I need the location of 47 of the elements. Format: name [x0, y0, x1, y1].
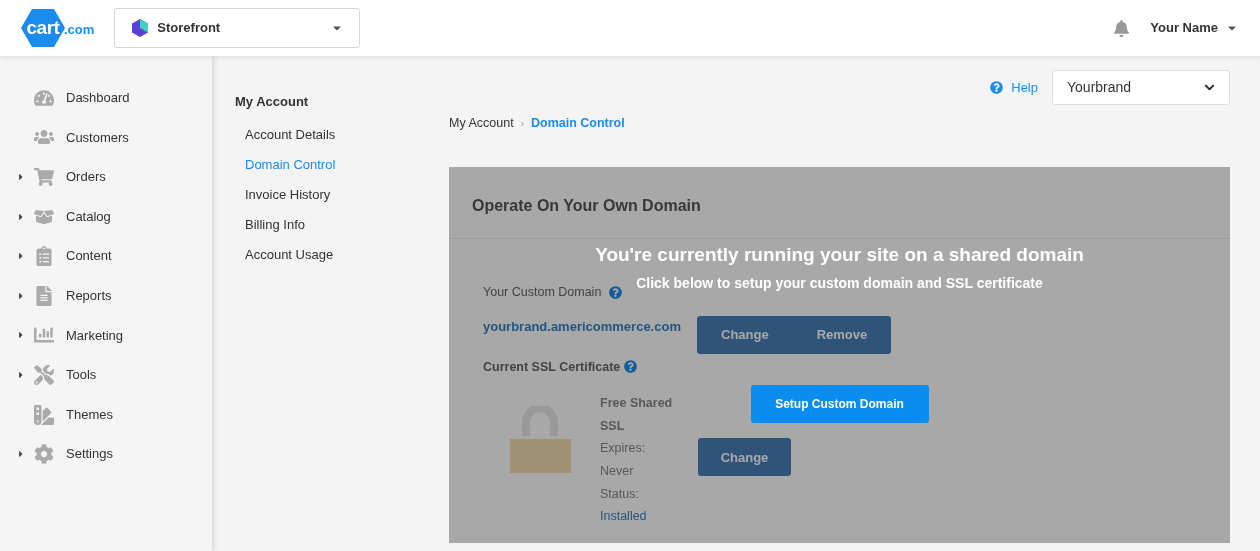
ssl-status: Installed	[600, 508, 648, 526]
sidebar-item[interactable]: Reports	[0, 275, 212, 316]
cart-icon	[34, 167, 54, 187]
ssl-info-text: Free Shared SSL	[600, 395, 674, 435]
breadcrumb-item: Domain Control	[530, 115, 625, 132]
breadcrumb-separator: ›	[520, 116, 524, 131]
sidebar-item[interactable]: Settings	[0, 434, 212, 474]
ssl-info-text: Never	[600, 463, 635, 481]
subnav-link[interactable]: Account Details	[245, 119, 430, 150]
field-label: Current SSL Certificate	[483, 358, 621, 376]
document-icon	[34, 285, 54, 306]
brand-select[interactable]: Yourbrand	[1052, 70, 1230, 105]
cube-icon	[131, 18, 150, 38]
store-selector[interactable]: Storefront	[114, 8, 361, 48]
padlock-icon	[510, 406, 571, 474]
sidebar-item[interactable]: Content	[0, 236, 212, 276]
sidebar-item[interactable]: Catalog	[0, 196, 212, 237]
breadcrumb-item[interactable]: My Account	[449, 114, 514, 133]
sidebar-item[interactable]: Themes	[0, 394, 212, 435]
overlay-subheading: Click below to setup your custom domain and SSL certificate	[636, 274, 1043, 294]
sidebar-item[interactable]: Orders	[0, 157, 212, 197]
tools-icon	[34, 364, 54, 385]
subnav-link[interactable]: Account Usage	[245, 239, 430, 270]
sidebar-item[interactable]: Tools	[0, 355, 212, 395]
user-menu[interactable]: Your Name	[1150, 18, 1238, 38]
subnav-title: My Account	[235, 93, 310, 111]
swatch-icon	[34, 404, 54, 425]
sidebar-item[interactable]: Marketing	[0, 315, 212, 356]
sidebar-item[interactable]: Customers	[0, 117, 212, 158]
clipboard-icon	[34, 246, 54, 267]
help-icon[interactable]	[624, 360, 638, 374]
subnav-link[interactable]: Billing Info	[245, 209, 430, 240]
overlay-heading: You're currently running your site on a shared domain	[595, 242, 1084, 267]
field-label: Your Custom Domain	[483, 283, 602, 301]
help-icon[interactable]	[990, 81, 1004, 94]
ssl-info-text: Expires:	[600, 440, 647, 458]
chevron-down-icon	[1204, 82, 1215, 93]
settings-icon	[34, 444, 54, 465]
sidebar-item[interactable]: Dashboard	[0, 78, 212, 118]
gauge-icon	[34, 87, 54, 108]
bar-chart-icon	[34, 325, 54, 346]
subnav-link[interactable]: Invoice History	[245, 179, 430, 210]
help-icon[interactable]	[609, 285, 623, 299]
card-title: Operate On Your Own Domain	[472, 195, 702, 216]
notification-bell-icon[interactable]	[1113, 19, 1131, 37]
hexagon-icon	[20, 8, 66, 48]
ssl-info-text: Status:	[600, 485, 640, 503]
